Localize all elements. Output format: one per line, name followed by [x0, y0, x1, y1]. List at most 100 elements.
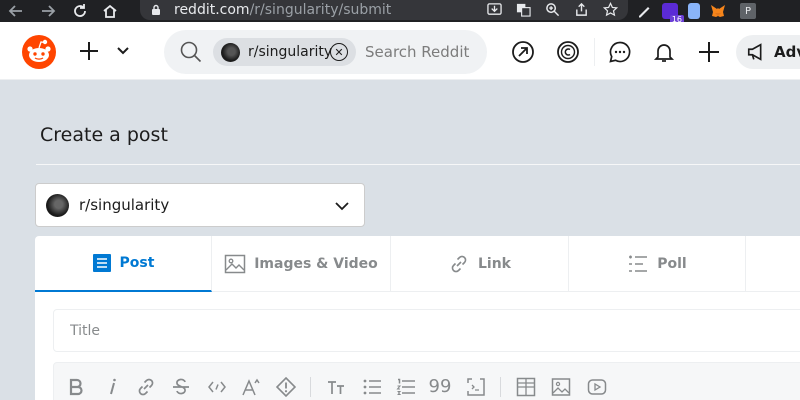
create-menu-chevron[interactable] — [115, 44, 131, 58]
toolbar-divider — [500, 377, 501, 397]
tab-label: Link — [478, 256, 511, 272]
video-icon — [587, 379, 607, 395]
arrow-right-icon — [42, 5, 56, 17]
url-path: /r/singularity/submit — [249, 2, 392, 18]
install-icon[interactable] — [487, 2, 502, 17]
post-composer: Post Images & Video Link Poll Title 99 — [35, 236, 800, 400]
insert-image-button[interactable] — [549, 375, 573, 399]
image-icon — [224, 254, 246, 274]
search-icon — [180, 41, 202, 63]
italic-button[interactable] — [100, 375, 124, 399]
tab-label: Images & Video — [254, 256, 378, 272]
numbered-list-button[interactable] — [394, 375, 418, 399]
quote-block-button[interactable]: 99 — [428, 375, 452, 399]
bold-icon — [69, 378, 83, 396]
spoiler-icon — [276, 377, 296, 397]
lock-icon — [152, 4, 160, 15]
star-icon[interactable] — [603, 2, 618, 17]
quote-icon: 99 — [428, 376, 452, 397]
document-icon — [92, 254, 111, 272]
community-label: r/singularity — [79, 196, 170, 214]
share-icon[interactable] — [574, 2, 589, 17]
link-icon — [138, 378, 154, 396]
strikethrough-button[interactable] — [169, 375, 193, 399]
tab-link[interactable]: Link — [391, 236, 569, 292]
address-bar-actions — [487, 2, 618, 17]
back-button[interactable] — [6, 1, 26, 21]
close-icon[interactable]: ✕ — [330, 43, 348, 61]
address-bar[interactable]: reddit.com/r/singularity/submit — [140, 0, 628, 20]
search-placeholder: Search Reddit — [365, 43, 470, 61]
strikethrough-icon — [173, 378, 189, 395]
advertise-button[interactable]: Adv — [736, 35, 800, 69]
table-icon — [516, 377, 536, 397]
reddit-header: r/singularity ✕ Search Reddit Adv — [0, 22, 800, 80]
image-icon — [551, 378, 571, 396]
code-block-button[interactable] — [464, 375, 488, 399]
table-button[interactable] — [514, 375, 538, 399]
community-avatar — [221, 42, 240, 62]
bullet-list-button[interactable] — [360, 375, 384, 399]
extensions-area: 16 P — [636, 0, 756, 25]
translate-icon[interactable] — [516, 2, 531, 17]
poll-icon — [629, 255, 648, 272]
italic-icon — [110, 378, 116, 395]
home-button[interactable] — [100, 1, 120, 21]
bullet-list-icon — [363, 379, 381, 395]
community-selector[interactable]: r/singularity — [35, 183, 365, 227]
purple-extension-icon[interactable]: 16 — [662, 3, 684, 25]
chevron-down-icon — [335, 202, 349, 211]
search-community-chip[interactable]: r/singularity ✕ — [213, 38, 356, 66]
document-extension-icon[interactable] — [688, 3, 700, 19]
coin-icon — [557, 41, 579, 63]
create-post-button[interactable] — [697, 40, 721, 64]
tab-poll[interactable]: Poll — [569, 236, 746, 292]
bold-button[interactable] — [64, 375, 88, 399]
heading-icon — [328, 381, 344, 394]
superscript-icon — [242, 378, 260, 396]
heading-button[interactable] — [324, 375, 348, 399]
forward-button[interactable] — [38, 1, 58, 21]
trending-arrow-icon — [512, 41, 534, 63]
title-divider — [36, 164, 800, 165]
plus-icon — [80, 42, 98, 60]
create-plus-button[interactable] — [78, 40, 100, 62]
search-chip-label: r/singularity — [248, 44, 333, 60]
home-icon — [103, 4, 117, 18]
reddit-logo-icon[interactable] — [22, 35, 56, 69]
notifications-button[interactable] — [652, 40, 676, 64]
page-title: Create a post — [40, 124, 168, 146]
inline-code-button[interactable] — [205, 375, 229, 399]
url-text: reddit.com/r/singularity/submit — [174, 2, 391, 18]
zoom-icon[interactable] — [545, 2, 560, 17]
tab-post[interactable]: Post — [35, 236, 212, 292]
chat-button[interactable] — [608, 40, 632, 64]
numbered-list-icon — [396, 378, 415, 395]
plus-icon — [699, 42, 719, 62]
advertise-label: Adv — [774, 43, 800, 61]
superscript-button[interactable] — [239, 375, 263, 399]
spoiler-button[interactable] — [274, 375, 298, 399]
reload-icon — [74, 4, 86, 17]
browser-toolbar: reddit.com/r/singularity/submit 16 P — [0, 0, 800, 25]
link-icon — [451, 255, 467, 273]
profile-avatar[interactable]: P — [740, 3, 756, 19]
metamask-fox-icon[interactable] — [710, 3, 726, 19]
tab-label: Post — [119, 255, 155, 271]
tab-label: Poll — [657, 256, 687, 272]
chat-bubble-icon — [609, 41, 631, 63]
chevron-down-icon — [117, 47, 129, 55]
popular-button[interactable] — [511, 40, 535, 64]
pencil-extension-icon[interactable] — [636, 3, 652, 19]
toolbar-divider — [310, 377, 311, 397]
reload-button[interactable] — [70, 1, 90, 21]
profile-initial: P — [744, 5, 752, 17]
coins-button[interactable] — [556, 40, 580, 64]
search-bar[interactable]: r/singularity ✕ Search Reddit — [164, 30, 487, 74]
editor-toolbar: 99 — [53, 362, 800, 400]
link-button[interactable] — [134, 375, 158, 399]
header-divider — [594, 38, 595, 66]
title-input[interactable] — [53, 309, 800, 352]
tab-images-video[interactable]: Images & Video — [212, 236, 391, 292]
insert-video-button[interactable] — [585, 375, 609, 399]
